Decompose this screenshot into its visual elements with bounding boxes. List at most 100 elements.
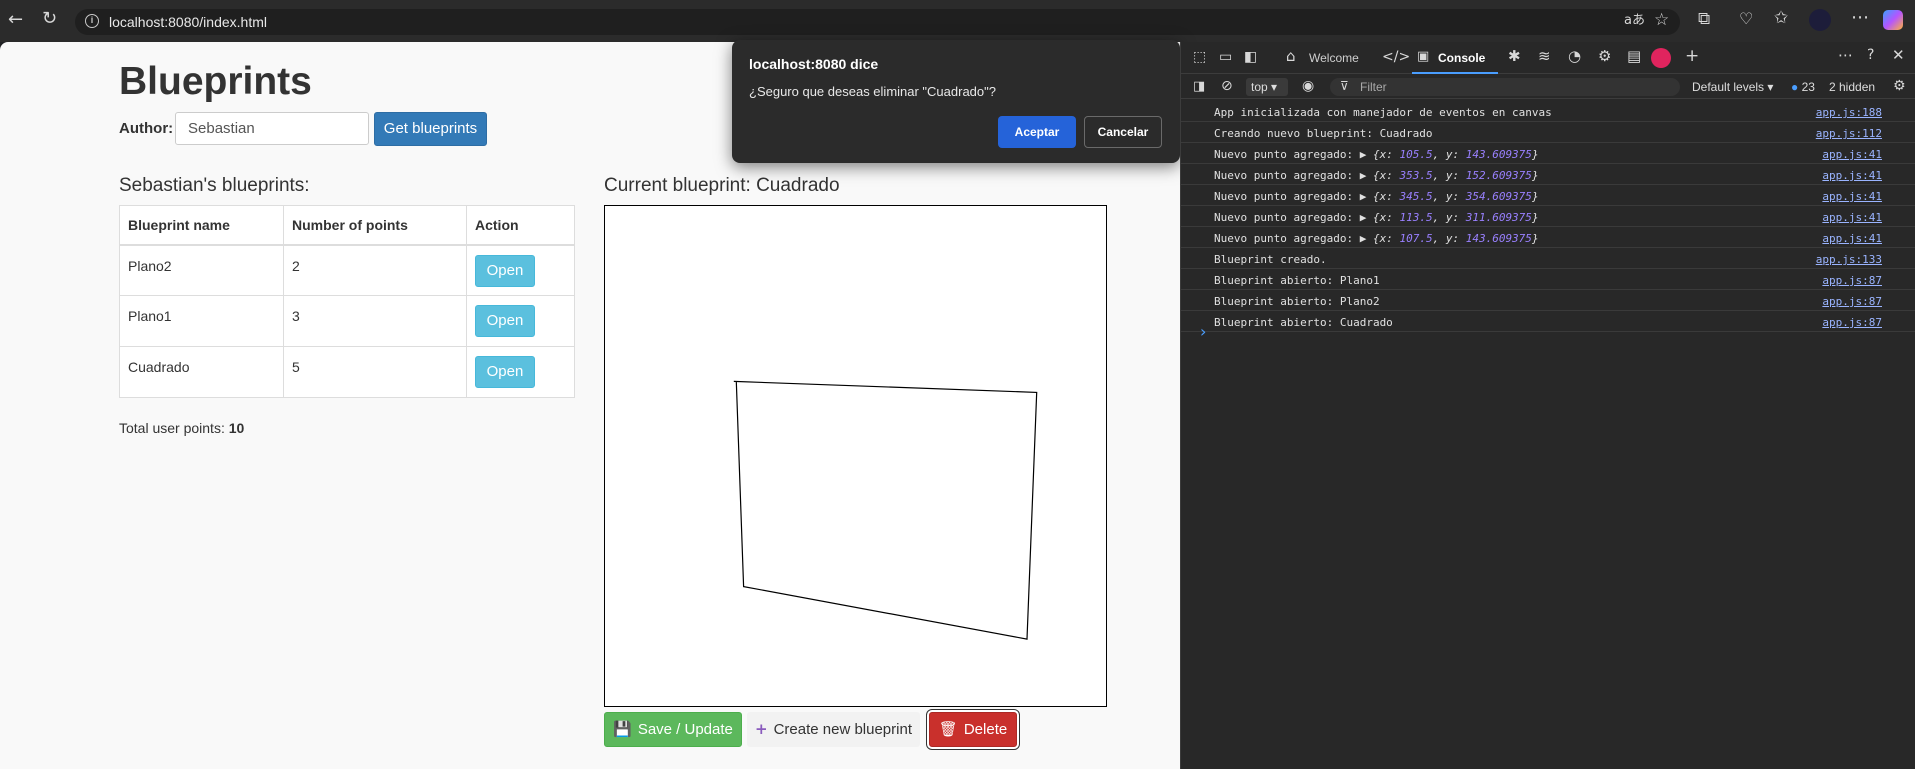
point-y: 354.609375 <box>1465 190 1532 203</box>
point-x: 107.5 <box>1399 232 1433 245</box>
add-tab-icon[interactable]: + <box>1685 48 1699 65</box>
favorite-star-icon[interactable]: ☆ <box>1654 12 1669 29</box>
reload-icon[interactable]: ↻ <box>42 10 57 28</box>
clear-console-icon[interactable]: ⊘ <box>1221 79 1233 93</box>
expand-triangle-icon[interactable]: ▶ <box>1360 211 1367 224</box>
console-message-text: Nuevo punto agregado: <box>1214 190 1360 203</box>
object-preview[interactable]: {x: 345.5, y: 354.609375} <box>1373 190 1539 203</box>
blueprint-name-cell: Plano1 <box>119 295 284 347</box>
console-message-object: Nuevo punto agregado: ▶ {x: 105.5, y: 14… <box>1214 148 1539 161</box>
dialog-accept-button[interactable]: Aceptar <box>998 116 1076 148</box>
console-message: Blueprint abierto: Cuadrado app.js:87 <box>1181 311 1915 332</box>
favorites-icon[interactable]: ✩ <box>1774 10 1788 27</box>
dock-side-icon[interactable]: ◧ <box>1244 50 1257 64</box>
tab-welcome[interactable]: Welcome <box>1309 51 1359 65</box>
browser-essentials-icon[interactable]: ♡ <box>1739 11 1753 27</box>
object-preview[interactable]: {x: 113.5, y: 311.609375} <box>1373 211 1539 224</box>
issues-counter[interactable]: ● 23 <box>1791 80 1815 94</box>
expand-triangle-icon[interactable]: ▶ <box>1360 232 1367 245</box>
object-preview[interactable]: {x: 353.5, y: 152.609375} <box>1373 169 1539 182</box>
points-cell: 3 <box>283 295 467 347</box>
console-settings-icon[interactable]: ⚙ <box>1893 79 1906 93</box>
source-link[interactable]: app.js:41 <box>1822 190 1882 203</box>
save-update-label: Save / Update <box>637 721 733 738</box>
log-levels-label: Default levels <box>1692 80 1765 94</box>
bug-icon[interactable]: ✱ <box>1508 49 1521 64</box>
dialog-cancel-button[interactable]: Cancelar <box>1084 116 1162 148</box>
stop-hand-icon[interactable] <box>1651 48 1671 68</box>
network-icon[interactable]: ≋ <box>1538 49 1551 64</box>
dialog-title: localhost:8080 dice <box>749 56 879 72</box>
application-icon[interactable]: ▤ <box>1627 49 1641 64</box>
console-message-text: Nuevo punto agregado: <box>1214 148 1360 161</box>
more-options-icon[interactable]: ⋯ <box>1851 9 1869 27</box>
console-filter-input[interactable]: ⊽ Filter <box>1330 78 1680 96</box>
author-input[interactable] <box>175 112 369 145</box>
point-x: 353.5 <box>1399 169 1433 182</box>
address-bar[interactable]: i localhost:8080/index.html aあ ☆ <box>75 9 1680 35</box>
extensions-icon[interactable]: ⧉ <box>1698 11 1710 28</box>
create-new-label: Create new blueprint <box>773 721 912 738</box>
back-icon[interactable]: ← <box>8 11 23 29</box>
point-y: 143.609375 <box>1465 232 1532 245</box>
source-link[interactable]: app.js:41 <box>1822 169 1882 182</box>
tab-console[interactable]: Console <box>1438 51 1485 65</box>
home-icon[interactable]: ⌂ <box>1286 49 1296 64</box>
profile-avatar[interactable] <box>1809 9 1831 31</box>
live-expression-eye-icon[interactable]: ◉ <box>1302 79 1314 93</box>
source-link[interactable]: app.js:87 <box>1822 316 1882 329</box>
create-new-blueprint-button[interactable]: + Create new blueprint <box>747 712 920 747</box>
source-link[interactable]: app.js:41 <box>1822 148 1882 161</box>
context-select[interactable]: top ▾ <box>1246 78 1288 96</box>
browser-toolbar: ← ↻ i localhost:8080/index.html aあ ☆ ⧉ ♡… <box>0 0 1915 42</box>
blueprint-drawing <box>733 380 1038 640</box>
source-link[interactable]: app.js:188 <box>1816 106 1882 119</box>
console-prompt-icon[interactable]: › <box>1200 322 1206 341</box>
object-preview[interactable]: {x: 107.5, y: 143.609375} <box>1373 232 1539 245</box>
blueprint-name-cell: Cuadrado <box>119 346 284 398</box>
object-preview[interactable]: {x: 105.5, y: 143.609375} <box>1373 148 1539 161</box>
save-update-button[interactable]: 💾 Save / Update <box>604 712 742 747</box>
close-devtools-icon[interactable]: ✕ <box>1892 48 1905 63</box>
performance-icon[interactable]: ◔ <box>1568 49 1581 64</box>
sidebar-toggle-icon[interactable]: ◨ <box>1193 80 1205 93</box>
console-message-text: Nuevo punto agregado: <box>1214 211 1360 224</box>
expand-triangle-icon[interactable]: ▶ <box>1360 148 1367 161</box>
read-aloud-icon[interactable]: aあ <box>1624 14 1645 27</box>
site-info-icon[interactable]: i <box>85 14 99 28</box>
source-link[interactable]: app.js:41 <box>1822 232 1882 245</box>
table-row: Plano2 2 Open <box>119 244 575 296</box>
open-button[interactable]: Open <box>475 305 535 337</box>
source-link[interactable]: app.js:87 <box>1822 295 1882 308</box>
message-bubble-icon: ● <box>1791 80 1799 94</box>
table-row: Plano1 3 Open <box>119 295 575 347</box>
source-link[interactable]: app.js:41 <box>1822 211 1882 224</box>
source-link[interactable]: app.js:112 <box>1816 127 1882 140</box>
copilot-icon[interactable] <box>1883 10 1903 30</box>
console-message: Nuevo punto agregado: ▶ {x: 107.5, y: 14… <box>1181 227 1915 248</box>
log-levels-dropdown[interactable]: Default levels ▾ <box>1692 80 1773 94</box>
blueprint-canvas[interactable] <box>604 205 1107 707</box>
elements-icon[interactable]: </> <box>1382 50 1410 64</box>
blueprints-list-title: Sebastian's blueprints: <box>119 175 310 196</box>
device-emulation-icon[interactable]: ▭ <box>1219 50 1232 64</box>
delete-button[interactable]: 🗑 Delete <box>929 712 1017 747</box>
open-button[interactable]: Open <box>475 254 535 287</box>
page-title: Blueprints <box>119 60 312 103</box>
expand-triangle-icon[interactable]: ▶ <box>1360 169 1367 182</box>
url-text: localhost:8080/index.html <box>109 14 267 30</box>
devtools-tab-bar: ⬚ ▭ ◧ ⌂ Welcome </> ▣ Console ✱ ≋ ◔ ⚙ ▤ … <box>1181 42 1915 74</box>
settings-gear-icon[interactable]: ⚙ <box>1598 49 1611 64</box>
inspect-element-icon[interactable]: ⬚ <box>1193 50 1206 64</box>
console-message-object: Nuevo punto agregado: ▶ {x: 345.5, y: 35… <box>1214 190 1539 203</box>
points-cell: 2 <box>283 244 467 296</box>
open-button[interactable]: Open <box>475 356 535 388</box>
get-blueprints-button[interactable]: Get blueprints <box>374 112 487 146</box>
console-toolbar: ◨ ⊘ top ▾ ◉ ⊽ Filter Default levels ▾ ● … <box>1181 75 1915 99</box>
source-link[interactable]: app.js:87 <box>1822 274 1882 287</box>
more-tools-icon[interactable]: ⋯ <box>1838 48 1853 63</box>
action-cell: Open <box>466 244 575 296</box>
expand-triangle-icon[interactable]: ▶ <box>1360 190 1367 203</box>
source-link[interactable]: app.js:133 <box>1816 253 1882 266</box>
help-icon[interactable]: ? <box>1867 48 1874 62</box>
